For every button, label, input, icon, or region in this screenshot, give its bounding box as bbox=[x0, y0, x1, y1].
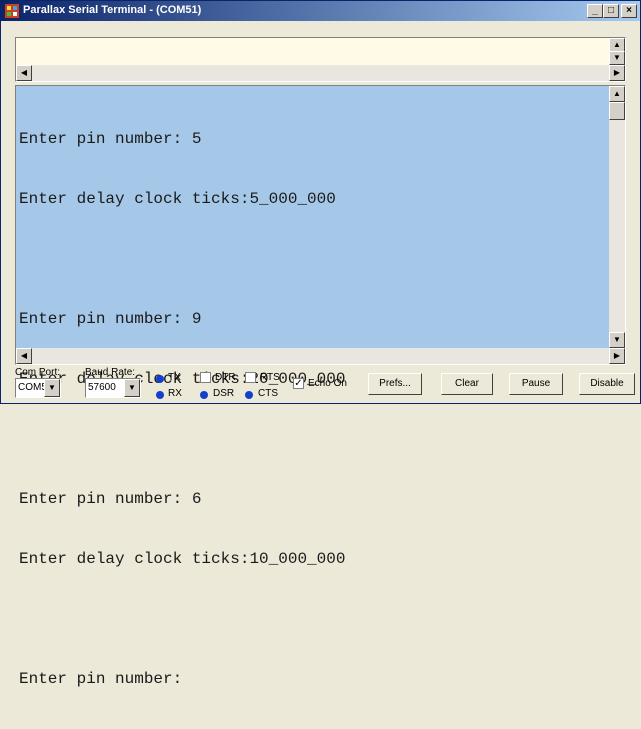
disable-button[interactable]: Disable bbox=[579, 373, 635, 395]
maximize-button[interactable]: □ bbox=[603, 4, 619, 18]
close-button[interactable]: × bbox=[621, 4, 637, 18]
cts-led-icon bbox=[245, 391, 253, 399]
transmit-pane[interactable]: ▲ ▼ ◀ ▶ bbox=[15, 37, 626, 82]
receive-pane[interactable]: Enter pin number: 5 Enter delay clock ti… bbox=[15, 85, 626, 688]
chevron-down-icon[interactable]: ▼ bbox=[124, 379, 140, 397]
scroll-left-icon[interactable]: ◀ bbox=[16, 348, 32, 364]
receive-vertical-scrollbar[interactable]: ▲ ▼ bbox=[609, 86, 625, 348]
receive-line: Enter pin number: 9 bbox=[19, 310, 202, 328]
pause-button[interactable]: Pause bbox=[509, 373, 563, 395]
dsr-label: DSR bbox=[213, 388, 235, 399]
rx-label: RX bbox=[168, 388, 182, 399]
clear-button[interactable]: Clear bbox=[441, 373, 493, 395]
scroll-down-icon[interactable]: ▼ bbox=[609, 51, 625, 65]
receive-line: Enter pin number: 5 bbox=[19, 130, 202, 148]
receive-text: Enter pin number: 5 Enter delay clock ti… bbox=[19, 89, 345, 729]
dtr-checkbox[interactable] bbox=[200, 372, 211, 383]
checkmark-icon: ✓ bbox=[294, 378, 303, 389]
baud-rate-value: 57600 bbox=[88, 382, 116, 393]
com-port-label: Com Port: bbox=[15, 367, 61, 378]
receive-line bbox=[19, 609, 345, 629]
receive-line bbox=[19, 429, 345, 449]
receive-line: Enter delay clock ticks:5_000_000 bbox=[19, 190, 336, 208]
receive-line bbox=[19, 249, 345, 269]
rx-led-icon bbox=[156, 391, 164, 399]
rts-checkbox[interactable] bbox=[245, 372, 256, 383]
scroll-left-icon[interactable]: ◀ bbox=[16, 65, 32, 81]
scroll-up-icon[interactable]: ▲ bbox=[609, 38, 625, 52]
dtr-label: DTR bbox=[215, 372, 236, 383]
window-title: Parallax Serial Terminal - (COM51) bbox=[23, 4, 202, 16]
minimize-button[interactable]: _ bbox=[587, 4, 603, 18]
scroll-right-icon[interactable]: ▶ bbox=[609, 348, 625, 364]
baud-rate-select[interactable]: 57600 ▼ bbox=[85, 378, 141, 398]
prefs-button[interactable]: Prefs... bbox=[368, 373, 422, 395]
scroll-up-icon[interactable]: ▲ bbox=[609, 86, 625, 102]
transmit-vertical-scrollbar[interactable]: ▲ ▼ bbox=[609, 38, 625, 65]
receive-line: Enter pin number: bbox=[19, 670, 183, 688]
chevron-down-icon[interactable]: ▼ bbox=[44, 379, 60, 397]
cts-label: CTS bbox=[258, 388, 278, 399]
transmit-horizontal-scrollbar[interactable]: ◀ ▶ bbox=[16, 65, 625, 81]
echo-on-checkbox[interactable]: ✓ bbox=[293, 378, 304, 389]
dsr-led-icon bbox=[200, 391, 208, 399]
tx-label: TX bbox=[168, 372, 181, 383]
parallax-app-icon bbox=[5, 4, 19, 18]
terminal-window: Parallax Serial Terminal - (COM51) _ □ ×… bbox=[0, 0, 641, 688]
receive-line: Enter delay clock ticks:10_000_000 bbox=[19, 550, 346, 568]
rts-label: RTS bbox=[260, 372, 280, 383]
scroll-right-icon[interactable]: ▶ bbox=[609, 65, 625, 81]
baud-rate-label: Baud Rate: bbox=[85, 367, 136, 378]
com-port-select[interactable]: COM51 ▼ bbox=[15, 378, 61, 398]
title-bar[interactable]: Parallax Serial Terminal - (COM51) _ □ × bbox=[1, 1, 640, 21]
tx-led-icon bbox=[156, 375, 164, 383]
receive-line: Enter pin number: 6 bbox=[19, 490, 202, 508]
scroll-down-icon[interactable]: ▼ bbox=[609, 332, 625, 348]
receive-horizontal-scrollbar[interactable]: ◀ ▶ bbox=[16, 348, 625, 364]
echo-on-label: Echo On bbox=[308, 378, 347, 389]
scroll-thumb[interactable] bbox=[609, 102, 625, 120]
